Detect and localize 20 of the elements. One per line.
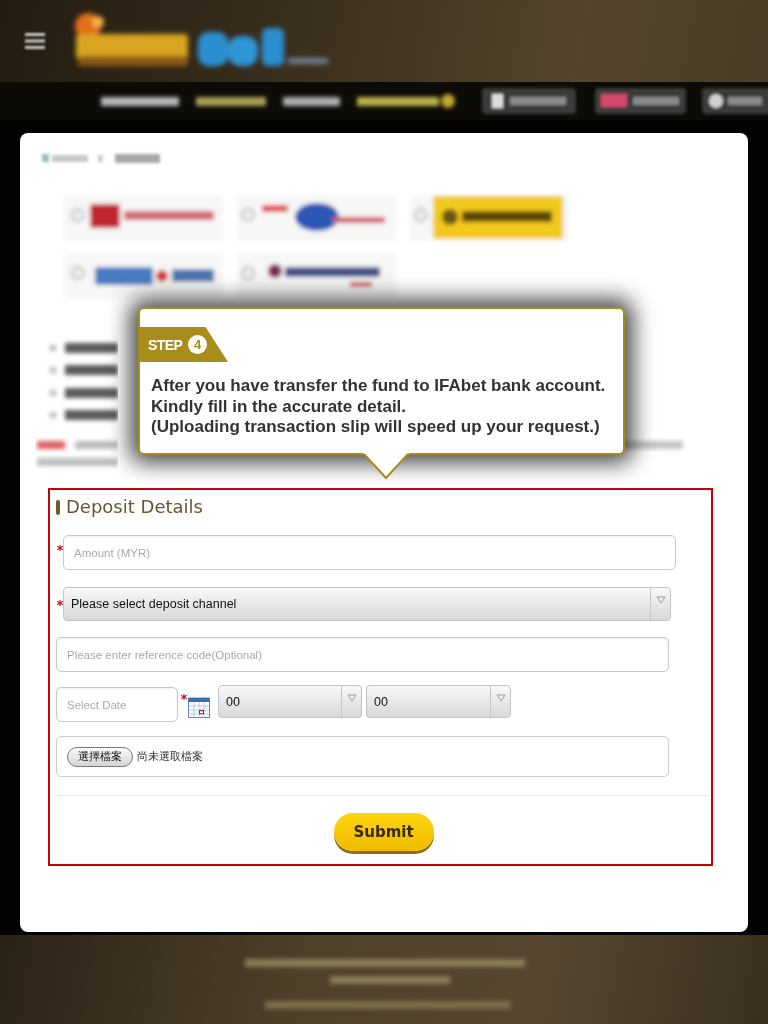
caret-down-icon: [346, 694, 357, 702]
tooltip-text: After you have transfer the fund to IFAbet bank account.: [151, 376, 606, 397]
channel-select[interactable]: Please select deposit channel: [63, 587, 671, 621]
tooltip-text: (Uploading transaction slip will speed up your request.): [151, 417, 601, 438]
caret-down-icon: [655, 596, 666, 604]
tooltip-text: Kindly fill in the accurate detail.: [151, 396, 408, 417]
text-input[interactable]: Please enter reference code(Optional): [56, 637, 669, 672]
submit-button[interactable]: Submit: [333, 813, 434, 851]
file-status-text: 尚未選取檔案: [137, 749, 203, 764]
calendar-icon[interactable]: [188, 696, 210, 718]
step-label: STEP: [148, 336, 183, 353]
text-input[interactable]: Amount (MYR): [63, 535, 676, 570]
section-title: Deposit Details: [66, 495, 203, 519]
caret-down-icon: [495, 694, 506, 702]
time-select[interactable]: 00: [218, 685, 362, 718]
date-input[interactable]: Select Date: [56, 687, 178, 722]
choose-file-button[interactable]: 選擇檔案: [67, 746, 133, 767]
blurred-nav-button-drawing: [700, 86, 768, 116]
time-select[interactable]: 00: [366, 685, 511, 718]
step-number: 4: [188, 335, 208, 354]
